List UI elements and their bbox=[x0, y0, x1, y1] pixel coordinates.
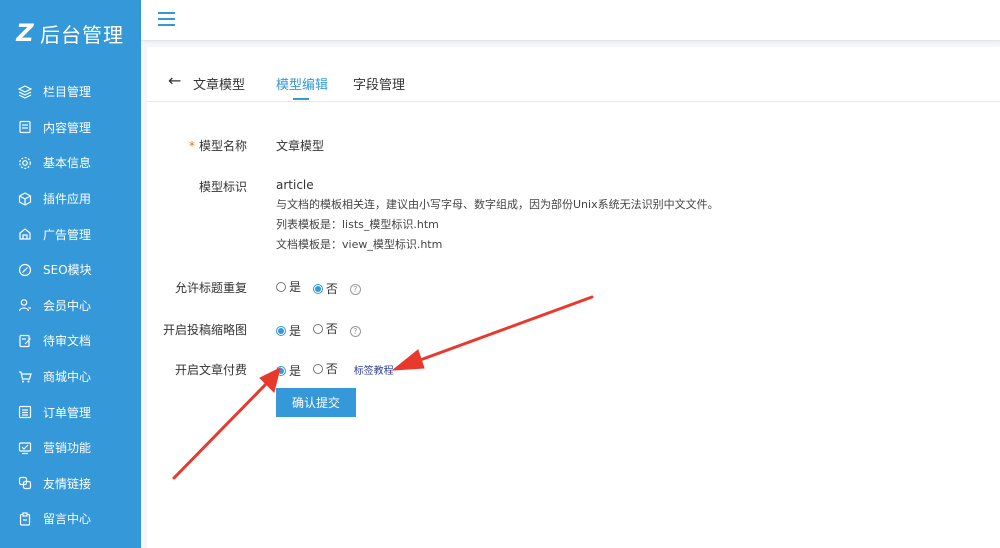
cube-icon bbox=[18, 191, 32, 206]
sidebar-item-label: 友情链接 bbox=[43, 476, 92, 491]
tag-tutorial-link[interactable]: 标签教程 bbox=[354, 366, 394, 377]
sidebar-item-label: 会员中心 bbox=[43, 298, 92, 313]
tab-article-model[interactable]: 文章模型 bbox=[193, 74, 245, 93]
submit-button[interactable]: 确认提交 bbox=[276, 388, 356, 417]
thumbnail-radios: 是 否 ? bbox=[276, 320, 361, 339]
dup-no-radio[interactable]: 否 bbox=[312, 280, 338, 297]
top-bar bbox=[141, 0, 1000, 41]
sidebar-item-label: 留言中心 bbox=[43, 512, 92, 527]
pay-no-dot bbox=[312, 363, 323, 374]
edit-doc-icon bbox=[18, 334, 32, 348]
pay-yes-radio[interactable]: 是 bbox=[276, 362, 301, 379]
sidebar-item-label: 栏目管理 bbox=[43, 85, 92, 100]
sidebar-item-9[interactable]: 商城中心 bbox=[0, 359, 141, 395]
article-pay-label: 开启文章付费 bbox=[174, 363, 247, 377]
ident-hint-3: 文档模板是：view_模型标识.htm bbox=[276, 238, 443, 251]
sidebar-item-label: 内容管理 bbox=[43, 120, 92, 135]
allow-dup-title-label: 允许标题重复 bbox=[174, 281, 247, 295]
article-pay-radios: 是 否 标签教程 bbox=[276, 360, 394, 379]
logo[interactable]: Z 后台管理 bbox=[12, 16, 124, 50]
sidebar-item-8[interactable]: 待审文档 bbox=[0, 323, 141, 359]
thumb-no-dot bbox=[312, 323, 323, 334]
menu-toggle-icon[interactable] bbox=[158, 12, 175, 26]
required-mark: * bbox=[188, 139, 195, 153]
back-arrow-icon[interactable]: ← bbox=[168, 73, 181, 89]
sidebar-item-label: 营销功能 bbox=[43, 441, 92, 456]
ident-hint-2: 列表模板是：lists_模型标识.htm bbox=[276, 218, 439, 231]
sidebar-item-4[interactable]: 插件应用 bbox=[0, 181, 141, 217]
dup-yes-dot bbox=[276, 281, 286, 292]
sidebar-item-2[interactable]: 内容管理 bbox=[0, 110, 141, 146]
help-icon[interactable]: ? bbox=[349, 283, 361, 295]
sidebar-item-label: 商城中心 bbox=[43, 370, 92, 385]
user-icon bbox=[18, 298, 32, 312]
sidebar-item-label: 广告管理 bbox=[43, 227, 92, 242]
logo-mark: Z bbox=[16, 19, 34, 47]
document-icon bbox=[18, 120, 32, 134]
logo-text: 后台管理 bbox=[40, 22, 124, 47]
sidebar-item-label: 基本信息 bbox=[43, 156, 92, 171]
dup-no-dot bbox=[312, 283, 323, 294]
sidebar-item-label: 插件应用 bbox=[43, 192, 92, 207]
link-icon bbox=[18, 476, 32, 490]
tab-model-edit[interactable]: 模型编辑 bbox=[276, 74, 328, 93]
sidebar-item-13[interactable]: 留言中心 bbox=[0, 501, 141, 537]
thumb-yes-dot bbox=[276, 325, 286, 336]
pay-no-radio[interactable]: 否 bbox=[312, 360, 338, 377]
sidebar-item-10[interactable]: 订单管理 bbox=[0, 394, 141, 430]
model-ident-value: article bbox=[276, 178, 314, 192]
gear-icon bbox=[18, 156, 32, 170]
help-icon[interactable]: ? bbox=[349, 325, 361, 337]
sidebar-item-12[interactable]: 友情链接 bbox=[0, 466, 141, 502]
dup-yes-radio[interactable]: 是 bbox=[276, 278, 301, 295]
thumbnail-label: 开启投稿缩略图 bbox=[162, 323, 247, 337]
active-tab-indicator bbox=[293, 98, 309, 100]
layers-icon bbox=[18, 85, 32, 99]
cart-icon bbox=[18, 370, 32, 384]
model-name-label: * 模型名称 bbox=[188, 139, 247, 153]
sidebar-item-label: 待审文档 bbox=[43, 334, 92, 349]
sidebar-item-5[interactable]: 广告管理 bbox=[0, 216, 141, 252]
list-icon bbox=[18, 405, 32, 419]
marketing-icon bbox=[18, 441, 32, 455]
thumb-yes-radio[interactable]: 是 bbox=[276, 322, 301, 339]
sidebar-menu: 栏目管理内容管理基本信息插件应用广告管理 SEO模块会员中心待审文档商城中心订单管… bbox=[0, 74, 141, 537]
sidebar-item-6[interactable]: SEO模块 bbox=[0, 252, 141, 288]
sidebar-item-1[interactable]: 栏目管理 bbox=[0, 74, 141, 110]
tab-field-manage[interactable]: 字段管理 bbox=[353, 74, 405, 93]
sidebar-item-label: SEO模块 bbox=[43, 263, 92, 278]
model-name-value: 文章模型 bbox=[276, 139, 325, 153]
ident-hint-1: 与文档的模板相关连，建议由小写字母、数字组成，因为部份Unix系统无法识别中文文… bbox=[276, 198, 719, 211]
pay-yes-dot bbox=[276, 365, 286, 376]
seo-icon bbox=[18, 263, 32, 277]
allow-dup-title-radios: 是 否 ? bbox=[276, 278, 361, 297]
model-ident-hints: 与文档的模板相关连，建议由小写字母、数字组成，因为部份Unix系统无法识别中文文… bbox=[276, 195, 876, 255]
clipboard-icon bbox=[18, 512, 32, 526]
model-ident-label: 模型标识 bbox=[198, 180, 247, 194]
sidebar-item-3[interactable]: 基本信息 bbox=[0, 145, 141, 181]
sidebar-item-11[interactable]: 营销功能 bbox=[0, 430, 141, 466]
sidebar: Z 后台管理 栏目管理内容管理基本信息插件应用广告管理 SEO模块会员中心待审文档… bbox=[0, 0, 141, 548]
sidebar-item-label: 订单管理 bbox=[43, 405, 92, 420]
tab-bar: ← 文章模型 模型编辑 字段管理 bbox=[147, 47, 1000, 102]
main-panel: ← 文章模型 模型编辑 字段管理 * 模型名称 文章模型 模型标识 article… bbox=[147, 47, 1000, 548]
thumb-no-radio[interactable]: 否 bbox=[312, 320, 338, 337]
sidebar-item-7[interactable]: 会员中心 bbox=[0, 288, 141, 324]
ad-icon bbox=[18, 227, 32, 241]
